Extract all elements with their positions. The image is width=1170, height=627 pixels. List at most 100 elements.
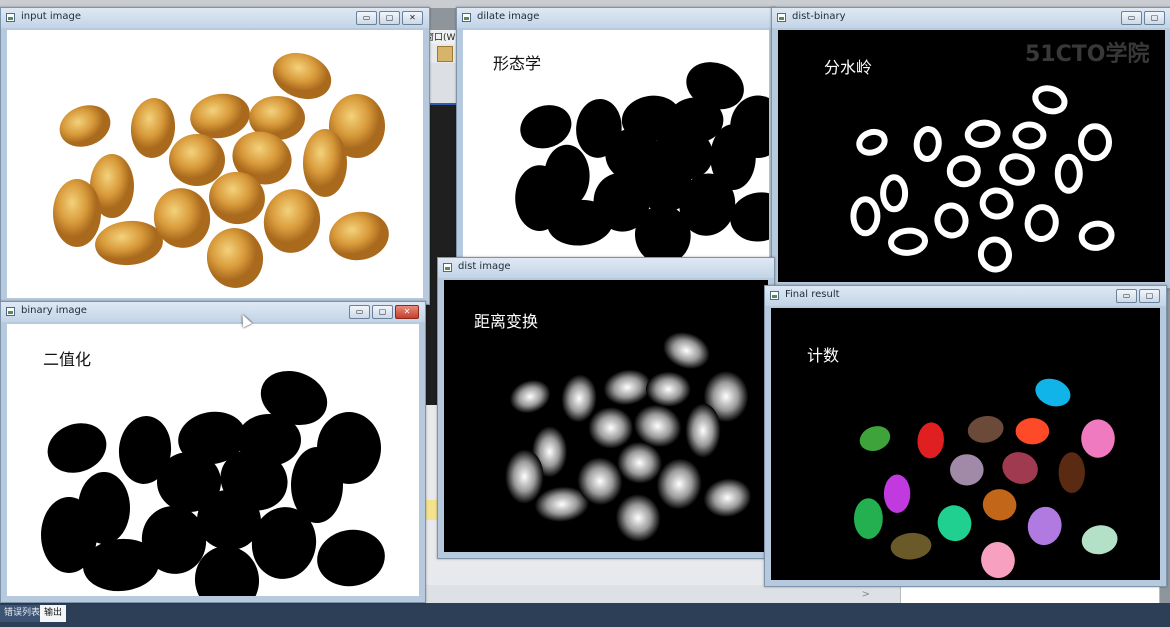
window-dilate-image[interactable]: dilate image 形态学 <box>456 7 776 267</box>
segment-region <box>982 489 1017 521</box>
marker-ring <box>856 128 888 156</box>
distance-peak <box>703 478 752 518</box>
titlebar[interactable]: dist-binary ▭ ▢ <box>772 8 1170 28</box>
titlebar[interactable]: Final result ▭ ▢ <box>765 286 1166 306</box>
distance-peak <box>615 494 661 542</box>
corn-photo <box>53 52 389 288</box>
minimize-icon[interactable]: ▭ <box>1121 11 1142 25</box>
window-input-image[interactable]: input image ▭ ▢ ✕ <box>0 7 430 305</box>
binarize-label: 二值化 <box>43 350 92 369</box>
close-icon[interactable]: ✕ <box>402 11 423 25</box>
window-title: dilate image <box>477 11 540 22</box>
window-icon <box>6 307 15 316</box>
marker-ring <box>880 174 909 213</box>
ide-toolbar-icon[interactable] <box>437 46 453 62</box>
marker-ring <box>999 153 1035 186</box>
segment-region <box>1027 506 1062 546</box>
window-title: input image <box>21 11 82 22</box>
segment-region <box>1058 452 1085 493</box>
corn-kernel <box>130 98 176 158</box>
window-title: dist image <box>458 261 511 272</box>
marker-ring <box>888 227 929 256</box>
marker-ring <box>1012 121 1047 150</box>
segment-region <box>937 505 972 542</box>
input-image-canvas <box>7 30 423 298</box>
close-icon[interactable]: ✕ <box>395 305 419 319</box>
window-binary-image[interactable]: binary image ▭ ▢ ✕ 二值化 <box>0 301 426 603</box>
maximize-icon[interactable]: ▢ <box>1139 289 1160 303</box>
titlebar[interactable]: input image ▭ ▢ ✕ <box>1 8 429 28</box>
segment-region <box>967 415 1004 443</box>
window-final-result[interactable]: Final result ▭ ▢ 计数 <box>764 285 1167 587</box>
titlebar[interactable]: dist image <box>438 258 774 278</box>
maximize-icon[interactable]: ▢ <box>1144 11 1165 25</box>
morphology-label: 形态学 <box>493 54 542 73</box>
marker-ring <box>979 187 1014 220</box>
kernel-blob <box>317 529 385 587</box>
segment-region <box>917 422 944 459</box>
window-icon <box>462 13 471 22</box>
distance-peak <box>509 379 551 414</box>
distance-peak <box>685 403 721 458</box>
minimize-icon[interactable]: ▭ <box>1116 289 1137 303</box>
segment-region <box>883 474 911 513</box>
distance-transform-label: 距离变换 <box>474 312 539 331</box>
count-label: 计数 <box>807 346 840 365</box>
marker-ring <box>964 119 1001 148</box>
maximize-icon[interactable]: ▢ <box>372 305 393 319</box>
distance-peak <box>588 407 634 449</box>
segment-region <box>950 454 984 486</box>
distance-peak <box>603 369 652 406</box>
marker-ring <box>1024 204 1059 242</box>
corn-kernel <box>169 134 225 186</box>
tab-output[interactable]: 输出 <box>40 605 67 622</box>
window-title: Final result <box>785 289 840 300</box>
marker-ring <box>946 155 981 188</box>
marker-ring <box>913 126 942 162</box>
window-dist-image[interactable]: dist image 距离变换 <box>437 257 775 559</box>
segment-region <box>1015 418 1050 445</box>
marker-ring <box>1078 220 1115 251</box>
window-icon <box>777 13 786 22</box>
window-title: binary image <box>21 305 87 316</box>
titlebar[interactable]: dilate image <box>457 8 775 28</box>
window-title: dist-binary <box>792 11 846 22</box>
window-icon <box>443 263 452 272</box>
segment-region <box>1035 378 1071 407</box>
segment-region <box>1002 452 1038 484</box>
taskbar <box>0 603 1170 627</box>
marker-ring <box>1078 123 1112 162</box>
tab-error-list[interactable]: 错误列表 <box>0 605 45 622</box>
segment-region <box>890 532 932 560</box>
corn-kernel <box>303 129 347 197</box>
marker-ring <box>934 202 969 239</box>
distance-peak <box>663 332 710 370</box>
segment-region <box>981 542 1015 578</box>
titlebar[interactable]: binary image ▭ ▢ ✕ <box>1 302 425 322</box>
segment-region <box>1081 525 1118 555</box>
watermark-logo: 51CTO学院 <box>1025 42 1150 67</box>
corn-kernel <box>329 211 389 261</box>
marker-ring <box>1054 153 1083 194</box>
corn-kernel <box>59 105 111 147</box>
distance-peak <box>505 449 544 504</box>
window-icon <box>770 291 779 300</box>
corn-kernel <box>263 189 321 253</box>
segment-region <box>854 498 883 539</box>
marker-ring <box>1032 85 1068 115</box>
segment-region <box>1081 419 1115 458</box>
minimize-icon[interactable]: ▭ <box>356 11 377 25</box>
corn-kernel <box>53 179 101 247</box>
corn-kernel <box>206 228 264 288</box>
marker-ring <box>850 196 881 237</box>
watershed-label: 分水岭 <box>824 58 873 77</box>
corn-kernel <box>95 220 163 266</box>
segment-region <box>859 426 891 452</box>
marker-ring <box>977 236 1012 273</box>
window-icon <box>6 13 15 22</box>
kernel-blob <box>47 423 107 473</box>
minimize-icon[interactable]: ▭ <box>349 305 370 319</box>
maximize-icon[interactable]: ▢ <box>379 11 400 25</box>
ide-bottom-scroll[interactable]: > <box>420 585 900 605</box>
scroll-right-icon[interactable]: > <box>862 589 870 600</box>
